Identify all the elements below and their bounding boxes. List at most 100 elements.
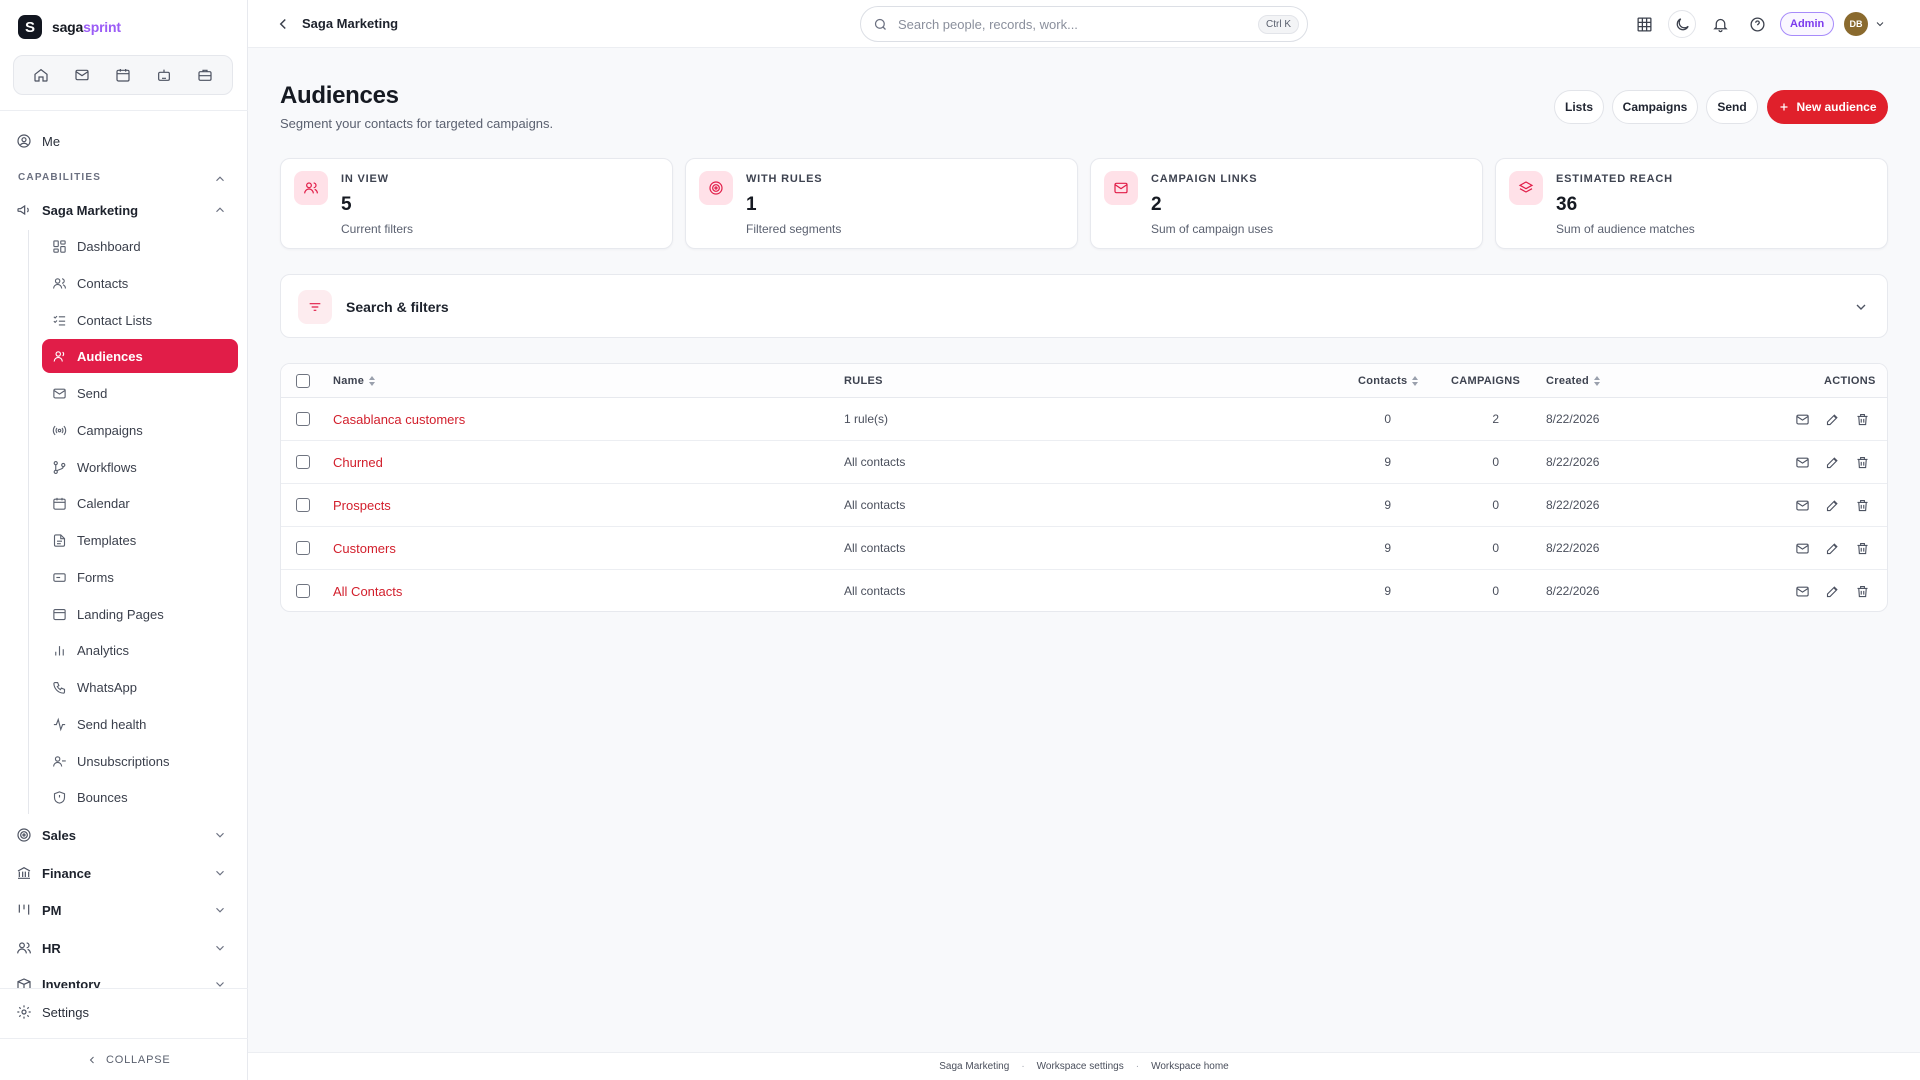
row-checkbox[interactable] [296, 498, 310, 512]
column-header-name[interactable]: Name [333, 375, 376, 387]
campaigns-button[interactable]: Campaigns [1612, 90, 1698, 124]
search-input[interactable] [898, 16, 1248, 32]
sidebar-section-sales[interactable]: Sales [16, 827, 76, 843]
collapse-sidebar-button[interactable]: COLLAPSE [86, 1054, 170, 1066]
edit-icon[interactable] [1823, 496, 1841, 514]
chevron-down-icon[interactable] [213, 903, 227, 917]
row-checkbox[interactable] [296, 412, 310, 426]
search-icon [874, 18, 886, 30]
sidebar-item-unsubscriptions[interactable]: Unsubscriptions [42, 744, 238, 778]
edit-icon[interactable] [1823, 539, 1841, 557]
sidebar-item-workflows[interactable]: Workflows [42, 450, 238, 484]
role-badge[interactable]: Admin [1780, 12, 1835, 36]
sidebar-item-landing-pages[interactable]: Landing Pages [42, 597, 238, 631]
sidebar-item-analytics[interactable]: Analytics [42, 633, 238, 667]
audience-name-link[interactable]: Casablanca customers [333, 412, 465, 427]
sidebar-item-whatsapp[interactable]: WhatsApp [42, 670, 238, 704]
trash-icon[interactable] [1853, 539, 1871, 557]
help-icon[interactable] [1743, 10, 1771, 38]
edit-icon[interactable] [1823, 410, 1841, 428]
mail-icon[interactable] [68, 61, 96, 89]
chevron-down-icon[interactable] [213, 941, 227, 955]
chevron-down-icon[interactable] [213, 828, 227, 842]
trash-icon[interactable] [1853, 496, 1871, 514]
trash-icon[interactable] [1853, 410, 1871, 428]
row-checkbox[interactable] [296, 455, 310, 469]
chevron-down-icon[interactable] [1853, 299, 1869, 315]
row-checkbox[interactable] [296, 584, 310, 598]
stat-value: 36 [1556, 194, 1578, 215]
sidebar-item-bounces[interactable]: Bounces [42, 780, 238, 814]
table-row[interactable]: Casablanca customers 1 rule(s) 0 2 8/22/2026 [281, 398, 1887, 441]
sidebar-section-inventory[interactable]: Inventory [16, 977, 101, 988]
row-checkbox[interactable] [296, 541, 310, 555]
calendar-icon[interactable] [109, 61, 137, 89]
mail-icon[interactable] [1793, 539, 1811, 557]
sidebar-section-pm[interactable]: PM [16, 902, 62, 918]
chevron-up-icon[interactable] [213, 172, 227, 186]
sidebar-item-send-health[interactable]: Send health [42, 707, 238, 741]
footer-link[interactable]: Workspace settings [1037, 1061, 1124, 1072]
sidebar-item-contacts[interactable]: Contacts [42, 266, 238, 300]
trash-icon[interactable] [1853, 582, 1871, 600]
breadcrumb[interactable]: Saga Marketing [302, 16, 398, 31]
grid-icon[interactable] [1630, 10, 1658, 38]
bell-icon[interactable] [1706, 10, 1734, 38]
plus-icon [1780, 103, 1788, 111]
sidebar-section-finance[interactable]: Finance [16, 865, 91, 881]
audience-name-link[interactable]: All Contacts [333, 584, 402, 599]
edit-icon[interactable] [1823, 582, 1841, 600]
table-row[interactable]: Customers All contacts 9 0 8/22/2026 [281, 527, 1887, 570]
sidebar-item-me[interactable]: Me [16, 133, 60, 149]
sidebar-item-settings[interactable]: Settings [16, 1004, 89, 1020]
sidebar-item-audiences[interactable]: Audiences [42, 339, 238, 373]
sidebar-item-templates[interactable]: Templates [42, 523, 238, 557]
table-row[interactable]: Churned All contacts 9 0 8/22/2026 [281, 441, 1887, 484]
audience-name-link[interactable]: Customers [333, 541, 396, 556]
home-icon[interactable] [27, 61, 55, 89]
chevron-down-icon[interactable] [213, 866, 227, 880]
sidebar-item-label: WhatsApp [77, 679, 137, 695]
edit-icon[interactable] [1823, 453, 1841, 471]
sidebar-item-calendar[interactable]: Calendar [42, 486, 238, 520]
mail-icon[interactable] [1793, 453, 1811, 471]
chevron-down-icon[interactable] [213, 977, 227, 988]
audience-created-date: 8/22/2026 [1546, 498, 1600, 512]
briefcase-icon[interactable] [191, 61, 219, 89]
select-all-checkbox[interactable] [296, 374, 310, 388]
sidebar-group-label: Saga Marketing [42, 202, 139, 218]
send-button[interactable]: Send [1706, 90, 1758, 124]
sidebar-section-hr[interactable]: HR [16, 940, 61, 956]
sidebar-group-saga-marketing[interactable]: Saga Marketing [16, 202, 138, 218]
sidebar-item-send[interactable]: Send [42, 376, 238, 410]
footer-link[interactable]: Saga Marketing [939, 1061, 1009, 1072]
sidebar-item-contact-lists[interactable]: Contact Lists [42, 303, 238, 337]
audience-name-link[interactable]: Churned [333, 455, 383, 470]
column-header-contacts[interactable]: Contacts [1358, 375, 1419, 387]
sidebar-item-campaigns[interactable]: Campaigns [42, 413, 238, 447]
new-audience-button[interactable]: New audience [1767, 90, 1888, 124]
brand[interactable]: S sagasprint [18, 15, 121, 39]
moon-icon[interactable] [1668, 10, 1696, 38]
trash-icon[interactable] [1853, 453, 1871, 471]
table-row[interactable]: All Contacts All contacts 9 0 8/22/2026 [281, 570, 1887, 611]
chevron-up-icon[interactable] [213, 203, 227, 217]
global-search[interactable]: Ctrl K [860, 6, 1308, 42]
mail-icon[interactable] [1793, 496, 1811, 514]
column-header-created[interactable]: Created [1546, 375, 1601, 387]
search-filters-panel[interactable]: Search & filters [280, 274, 1888, 338]
sidebar-item-dashboard[interactable]: Dashboard [42, 229, 238, 263]
page-footer: Saga Marketing · Workspace settings · Wo… [248, 1052, 1920, 1080]
mail-icon[interactable] [1793, 410, 1811, 428]
avatar[interactable]: DB [1844, 12, 1868, 36]
sidebar-item-label: Contact Lists [77, 312, 153, 328]
audience-name-link[interactable]: Prospects [333, 498, 391, 513]
table-row[interactable]: Prospects All contacts 9 0 8/22/2026 [281, 484, 1887, 527]
chevron-down-icon[interactable] [1874, 18, 1886, 30]
bot-icon[interactable] [150, 61, 178, 89]
sidebar-item-forms[interactable]: Forms [42, 560, 238, 594]
lists-button[interactable]: Lists [1554, 90, 1604, 124]
mail-icon[interactable] [1793, 582, 1811, 600]
footer-link[interactable]: Workspace home [1151, 1061, 1229, 1072]
back-chevron-icon[interactable] [274, 15, 292, 33]
